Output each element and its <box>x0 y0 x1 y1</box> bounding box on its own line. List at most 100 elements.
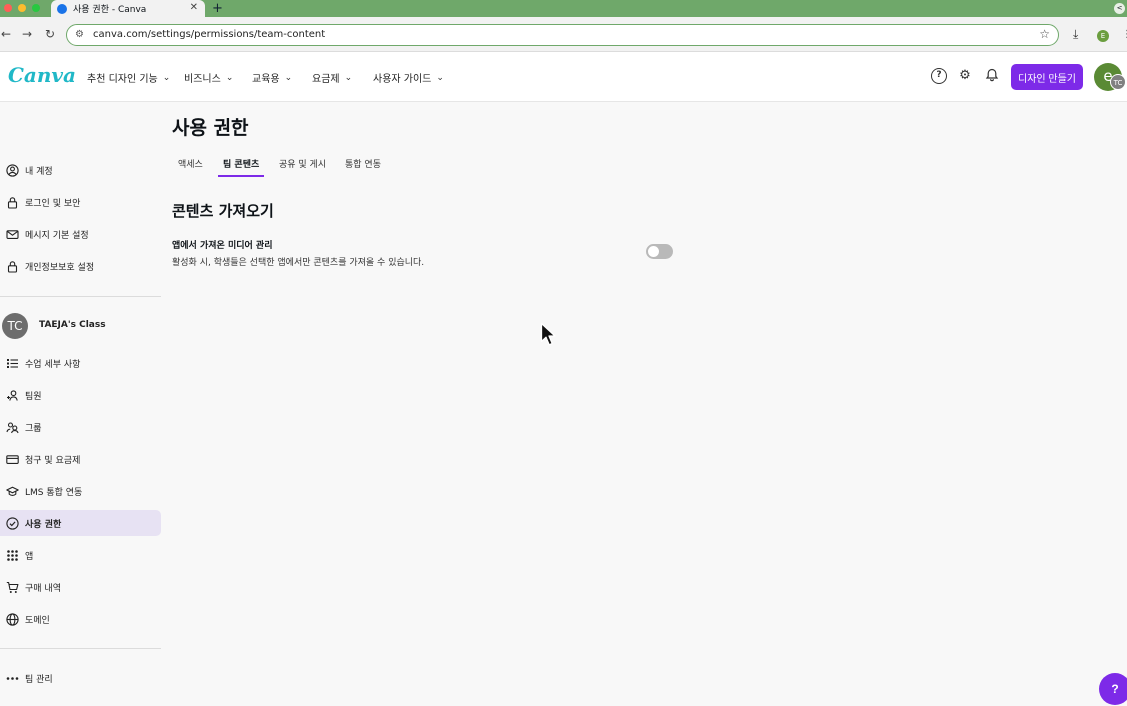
help-icon[interactable]: ? <box>931 68 947 84</box>
group-icon <box>6 421 19 434</box>
sidebar-item-label: 구매 내역 <box>25 583 61 594</box>
graduation-cap-icon <box>6 485 19 498</box>
sidebar-item-label: 수업 세부 사항 <box>25 359 81 370</box>
chevron-down-icon: ⌄ <box>225 72 234 83</box>
menu-label: 추천 디자인 기능 <box>87 74 158 85</box>
sidebar-item-my-account[interactable]: 내 계정 <box>0 157 161 183</box>
chevron-down-icon: ⌄ <box>344 72 353 83</box>
create-design-button[interactable]: 디자인 만들기 <box>1011 64 1083 90</box>
tab-team-content[interactable]: 팀 콘텐츠 <box>218 157 265 177</box>
address-bar[interactable]: ⚙ canva.com/settings/permissions/team-co… <box>66 24 1059 46</box>
user-circle-icon <box>6 163 19 177</box>
menu-label: 요금제 <box>312 74 340 85</box>
close-window-button[interactable] <box>4 4 12 12</box>
sidebar-item-billing[interactable]: 청구 및 요금제 <box>0 446 161 472</box>
page-title: 사용 권한 <box>172 117 249 139</box>
sidebar-item-login-security[interactable]: 로그인 및 보안 <box>0 189 161 215</box>
chevron-down-icon: ⌄ <box>162 72 171 83</box>
sidebar-item-label: 청구 및 요금제 <box>25 455 81 466</box>
menu-business[interactable]: 비즈니스 ⌄ <box>184 70 234 86</box>
sidebar-item-members[interactable]: 팀원 <box>0 382 161 408</box>
mail-icon <box>6 228 19 241</box>
list-icon <box>6 357 19 370</box>
help-button[interactable]: ? <box>1099 673 1127 705</box>
setting-label: 앱에서 가져온 미디어 관리 <box>172 241 273 251</box>
manage-imported-media-toggle[interactable] <box>646 244 673 259</box>
forward-arrow-icon[interactable]: → <box>22 27 32 41</box>
grid-icon <box>6 549 19 562</box>
sidebar-item-message-settings[interactable]: 메시지 기본 설정 <box>0 221 161 247</box>
tab-integrations[interactable]: 통합 연동 <box>345 157 381 177</box>
site-settings-icon[interactable]: ⚙ <box>75 29 84 40</box>
sidebar-item-lms-integration[interactable]: LMS 통합 연동 <box>0 478 161 504</box>
sidebar-item-label: 팀원 <box>25 391 42 402</box>
menu-label: 교육용 <box>252 74 280 85</box>
tab-close-icon[interactable]: ✕ <box>190 2 198 13</box>
reload-icon[interactable]: ↻ <box>45 27 55 41</box>
canva-favicon-icon <box>57 3 67 14</box>
menu-user-guide[interactable]: 사용자 가이드 ⌄ <box>373 70 444 86</box>
globe-icon <box>6 612 19 626</box>
sidebar-divider <box>0 296 161 297</box>
team-avatar: TC <box>2 313 28 339</box>
canva-header: Canva 추천 디자인 기능 ⌄ 비즈니스 ⌄ 교육용 ⌄ 요금제 ⌄ 사용자 가이드… <box>0 52 1127 102</box>
sidebar-item-label: 사용 권한 <box>25 519 62 530</box>
minimize-window-button[interactable] <box>18 4 26 12</box>
browser-toolbar: ← → ↻ ⚙ canva.com/settings/permissions/t… <box>0 17 1127 52</box>
tab-search-button[interactable]: < <box>1114 3 1125 14</box>
sidebar-item-label: 앱 <box>25 551 34 562</box>
sidebar-item-class-details[interactable]: 수업 세부 사항 <box>0 350 161 376</box>
menu-featured[interactable]: 추천 디자인 기능 ⌄ <box>87 70 171 86</box>
sidebar-item-label: 메시지 기본 설정 <box>25 230 89 241</box>
menu-education[interactable]: 교육용 ⌄ <box>252 70 293 86</box>
lock-icon <box>6 260 19 273</box>
sidebar-item-domains[interactable]: 도메인 <box>0 606 161 632</box>
sidebar-item-label: LMS 통합 연동 <box>25 487 83 498</box>
sidebar-item-label: 개인정보보호 설정 <box>25 262 95 273</box>
sidebar-item-manage-team[interactable]: 팀 관리 <box>0 665 161 691</box>
setting-description: 활성화 시, 학생들은 선택한 앱에서만 콘텐츠를 가져올 수 있습니다. <box>172 258 425 268</box>
back-arrow-icon[interactable]: ← <box>1 27 11 41</box>
toggle-knob <box>648 246 659 257</box>
check-circle-icon <box>6 516 19 530</box>
tab-sharing-publishing[interactable]: 공유 및 게시 <box>279 157 326 177</box>
maximize-window-button[interactable] <box>32 4 40 12</box>
browser-tab-bar: 사용 권한 - Canva ✕ + < <box>0 0 1127 17</box>
notification-bell-icon[interactable] <box>984 68 1000 84</box>
new-tab-button[interactable]: + <box>212 0 223 17</box>
download-icon[interactable]: ⤓ <box>1073 27 1078 42</box>
url-text[interactable]: canva.com/settings/permissions/team-cont… <box>93 29 325 40</box>
sidebar-divider <box>0 648 161 649</box>
people-icon <box>6 389 19 402</box>
team-name: TAEJA's Class <box>39 320 106 330</box>
sidebar-item-apps[interactable]: 앱 <box>0 542 161 568</box>
chevron-down-icon: ⌄ <box>284 72 293 83</box>
card-icon <box>6 453 19 466</box>
chevron-down-icon: ⌄ <box>436 72 444 83</box>
browser-menu-icon[interactable]: ⋮ <box>1122 29 1127 40</box>
menu-label: 비즈니스 <box>184 74 221 85</box>
browser-profile-avatar[interactable]: E <box>1097 30 1109 42</box>
sidebar-item-permissions[interactable]: 사용 권한 <box>0 510 161 536</box>
mouse-cursor-icon <box>540 322 556 346</box>
sidebar-item-label: 로그인 및 보안 <box>25 198 81 209</box>
tab-access[interactable]: 액세스 <box>178 157 203 177</box>
sidebar-item-groups[interactable]: 그룹 <box>0 414 161 440</box>
lock-icon <box>6 196 19 209</box>
menu-label: 사용자 가이드 <box>373 74 432 85</box>
sidebar-item-purchases[interactable]: 구매 내역 <box>0 574 161 600</box>
section-title: 콘텐츠 가져오기 <box>172 202 274 220</box>
browser-tab[interactable]: 사용 권한 - Canva ✕ <box>51 0 205 17</box>
cart-icon <box>6 581 19 594</box>
sidebar-item-label: 도메인 <box>25 615 50 626</box>
team-avatar-badge: TC <box>1110 74 1126 90</box>
more-icon <box>6 672 19 685</box>
sidebar-item-label: 팀 관리 <box>25 674 53 685</box>
menu-pricing[interactable]: 요금제 ⌄ <box>312 70 353 86</box>
bookmark-star-icon[interactable]: ☆ <box>1039 27 1050 41</box>
settings-gear-icon[interactable]: ⚙ <box>957 68 973 84</box>
sidebar-item-privacy-settings[interactable]: 개인정보보호 설정 <box>0 253 161 279</box>
sidebar-item-label: 그룹 <box>25 423 42 434</box>
canva-logo[interactable]: Canva <box>8 63 76 87</box>
sidebar-item-label: 내 계정 <box>25 166 53 177</box>
